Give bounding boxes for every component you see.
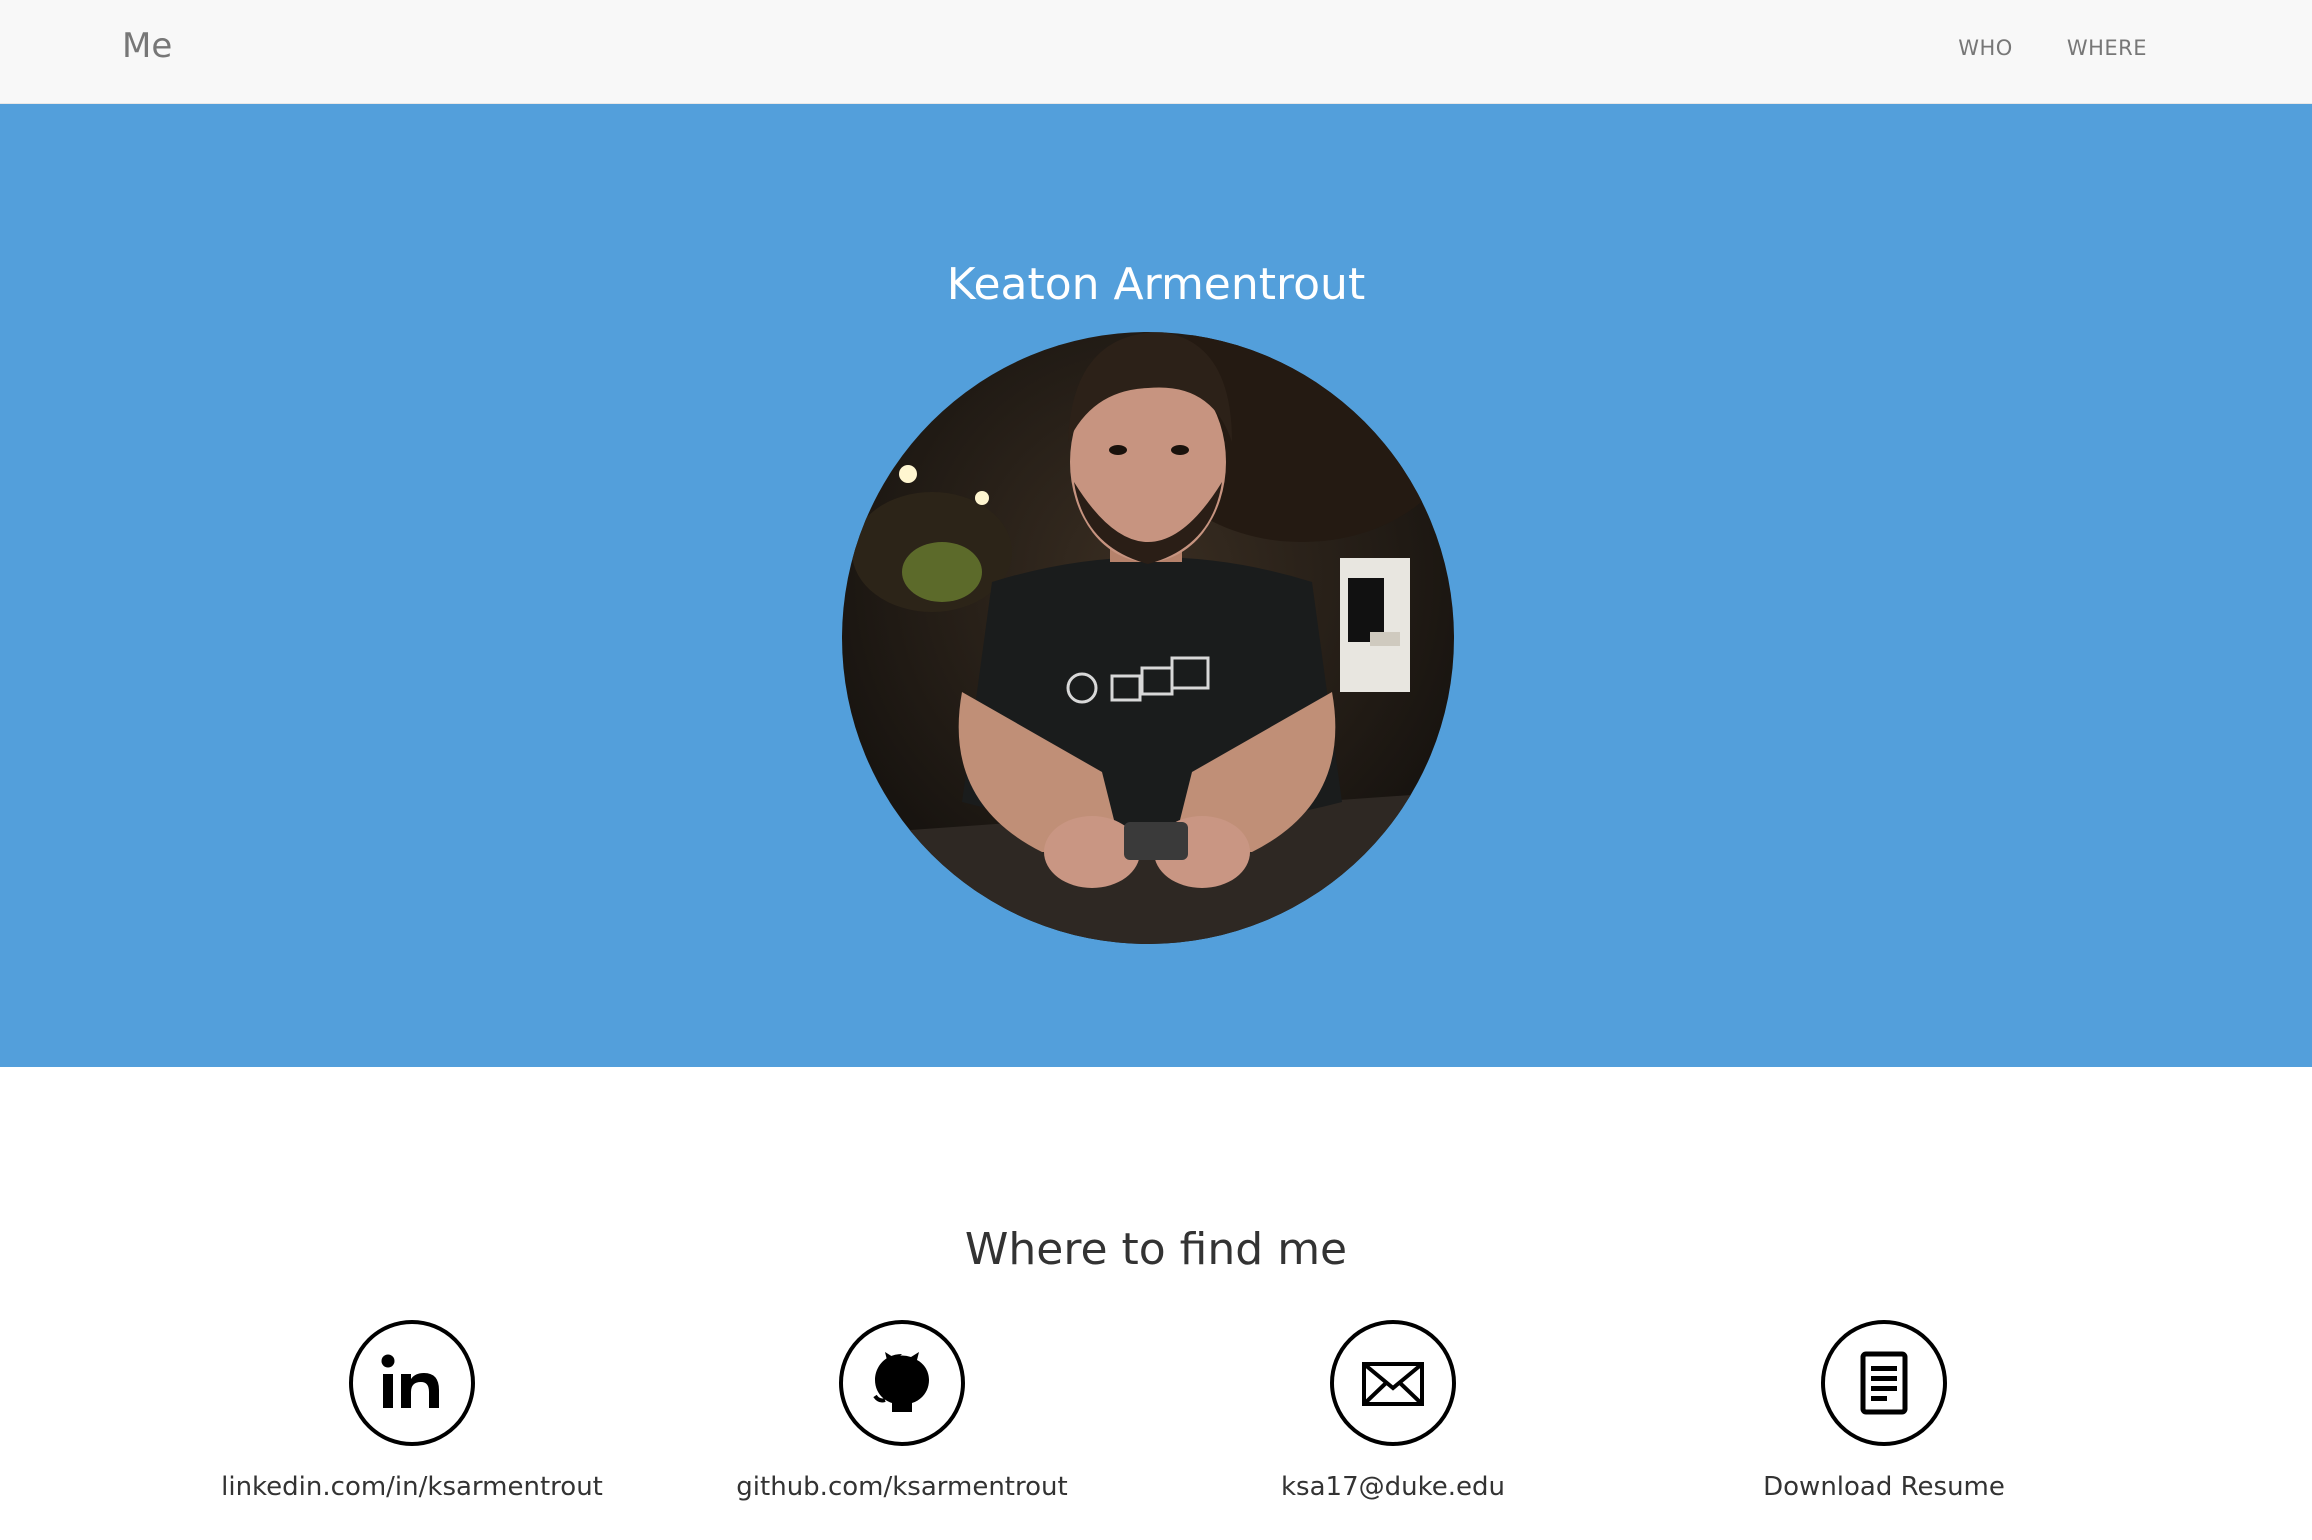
contact-email[interactable]: ksa17@duke.edu <box>1183 1320 1603 1502</box>
section-title: Where to find me <box>964 1224 1348 1275</box>
contact-label: linkedin.com/in/ksarmentrout <box>221 1472 603 1502</box>
contact-label: github.com/ksarmentrout <box>736 1472 1068 1502</box>
contact-label: ksa17@duke.edu <box>1281 1472 1505 1502</box>
nav-link-who[interactable]: WHO <box>1958 36 2013 60</box>
hero-name: Keaton Armentrout <box>946 259 1366 310</box>
profile-photo-illustration <box>842 332 1454 944</box>
navbar-brand[interactable]: Me <box>122 26 172 66</box>
top-navbar: Me WHO WHERE <box>0 0 2312 104</box>
contact-github[interactable]: github.com/ksarmentrout <box>692 1320 1112 1502</box>
mail-icon <box>1330 1320 1456 1446</box>
download-resume-link[interactable]: Download Resume <box>1674 1320 2094 1502</box>
document-icon <box>1821 1320 1947 1446</box>
nav-link-where[interactable]: WHERE <box>2067 36 2147 60</box>
contact-label: Download Resume <box>1763 1472 2005 1502</box>
nav-links: WHO WHERE <box>1958 36 2147 60</box>
profile-photo <box>842 332 1454 944</box>
github-icon <box>839 1320 965 1446</box>
linkedin-icon <box>349 1320 475 1446</box>
contact-linkedin[interactable]: linkedin.com/in/ksarmentrout <box>202 1320 622 1502</box>
hero-section: Keaton Armentrout <box>0 104 2312 1067</box>
